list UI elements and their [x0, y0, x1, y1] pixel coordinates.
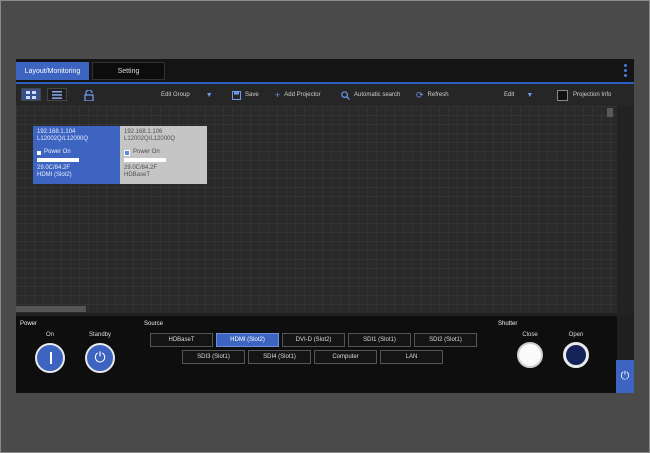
source-dvid-slot2-button[interactable]: DVI-D (Slot2) — [282, 333, 345, 347]
projector-ip: 192.168.1.104 — [37, 129, 76, 135]
projector-temperature: 29.0C/84.2F — [37, 165, 71, 171]
projector-card[interactable]: 192.168.1.106 L12002Q/L12000Q Power On 2… — [120, 126, 207, 184]
add-projector-label: Add Projector — [284, 92, 321, 98]
standby-label: Standby — [88, 332, 112, 338]
edit-label: Edit — [504, 92, 515, 98]
plus-icon: + — [275, 89, 281, 100]
grid-view-icon — [26, 90, 36, 99]
automatic-search-button[interactable]: Automatic search — [341, 84, 400, 106]
projector-temperature: 29.0C/84.2F — [124, 165, 158, 171]
tab-layout-monitoring[interactable]: Layout/Monitoring — [16, 62, 89, 80]
lock-button[interactable] — [84, 84, 94, 106]
source-sdi2-slot1-button[interactable]: SDI2 (Slot1) — [414, 333, 477, 347]
source-hdbaset-button[interactable]: HDBaseT — [150, 333, 213, 347]
power-on-button[interactable] — [35, 343, 65, 373]
search-icon — [341, 90, 350, 100]
toolbar: Edit Group ▼ Save + Add Projector Automa… — [16, 84, 634, 106]
add-projector-button[interactable]: + Add Projector — [275, 84, 321, 106]
projector-status: Power On — [133, 149, 160, 155]
layout-canvas[interactable]: 192.168.1.104 L12002Q/L12000Q Power On 2… — [16, 106, 617, 313]
edit-dropdown[interactable]: Edit ▼ — [504, 84, 533, 106]
caret-down-icon: ▼ — [526, 91, 534, 99]
status-bar — [124, 158, 166, 162]
on-label: On — [45, 332, 54, 338]
projection-info-label: Projection Info — [573, 92, 612, 98]
refresh-icon: ⟳ — [416, 89, 424, 100]
source-section-label: Source — [144, 321, 164, 327]
projector-model: L12002Q/L12000Q — [124, 136, 176, 142]
vertical-scrollbar-track[interactable] — [617, 106, 634, 316]
projector-input: HDMI (Slot2) — [37, 172, 72, 178]
tab-bar: Layout/Monitoring Setting — [16, 59, 634, 84]
vertical-scrollbar-thumb[interactable] — [607, 108, 613, 117]
lock-icon — [84, 89, 94, 101]
projection-info-toggle[interactable]: Projection Info — [557, 84, 611, 106]
shutter-open-label: Open — [568, 332, 584, 338]
app-window: Layout/Monitoring Setting Edit Group ▼ S… — [16, 59, 634, 393]
projector-input: HDBaseT — [124, 172, 151, 178]
power-icon: ⏻ — [94, 349, 106, 365]
edit-group-label: Edit Group — [161, 92, 190, 98]
status-bar — [37, 158, 79, 162]
caret-down-icon: ▼ — [205, 91, 213, 99]
control-panel: Power On Standby ⏻ Source HDBaseT HDMI (… — [16, 316, 617, 393]
list-view-button[interactable] — [47, 88, 67, 101]
projector-card[interactable]: 192.168.1.104 L12002Q/L12000Q Power On 2… — [33, 126, 120, 184]
refresh-label: Refresh — [427, 92, 449, 98]
status-indicator — [124, 149, 130, 156]
shutter-close-button[interactable] — [517, 342, 543, 368]
save-label: Save — [245, 92, 259, 98]
source-hdmi-slot2-button[interactable]: HDMI (Slot2) — [216, 333, 279, 347]
refresh-button[interactable]: ⟳ Refresh — [416, 84, 449, 106]
tab-setting[interactable]: Setting — [92, 62, 165, 80]
edit-group-dropdown[interactable]: Edit Group ▼ — [161, 84, 213, 106]
standby-button[interactable]: ⏻ — [85, 343, 115, 373]
source-lan-button[interactable]: LAN — [380, 350, 443, 364]
power-section-label: Power — [20, 321, 38, 327]
power-menu-button[interactable]: ⏻ — [616, 360, 634, 393]
list-view-icon — [52, 90, 62, 99]
status-indicator — [37, 150, 41, 155]
grid-view-button[interactable] — [21, 88, 41, 101]
source-computer-button[interactable]: Computer — [314, 350, 377, 364]
projector-model: L12002Q/L12000Q — [37, 136, 89, 142]
projection-info-checkbox[interactable] — [557, 89, 568, 101]
automatic-search-label: Automatic search — [354, 92, 401, 98]
shutter-open-button[interactable] — [563, 342, 589, 368]
source-sdi3-slot1-button[interactable]: SDI3 (Slot1) — [182, 350, 245, 364]
projector-status: Power On — [44, 149, 71, 155]
shutter-section-label: Shutter — [498, 321, 518, 327]
power-icon: ⏻ — [620, 370, 630, 382]
kebab-menu-icon[interactable] — [624, 64, 627, 79]
source-sdi1-slot1-button[interactable]: SDI1 (Slot1) — [348, 333, 411, 347]
shutter-close-label: Close — [522, 332, 538, 338]
save-icon — [232, 90, 241, 100]
projector-ip: 192.168.1.106 — [124, 129, 163, 135]
source-sdi4-slot1-button[interactable]: SDI4 (Slot1) — [248, 350, 311, 364]
horizontal-scrollbar[interactable] — [16, 306, 86, 312]
save-button[interactable]: Save — [232, 84, 259, 106]
